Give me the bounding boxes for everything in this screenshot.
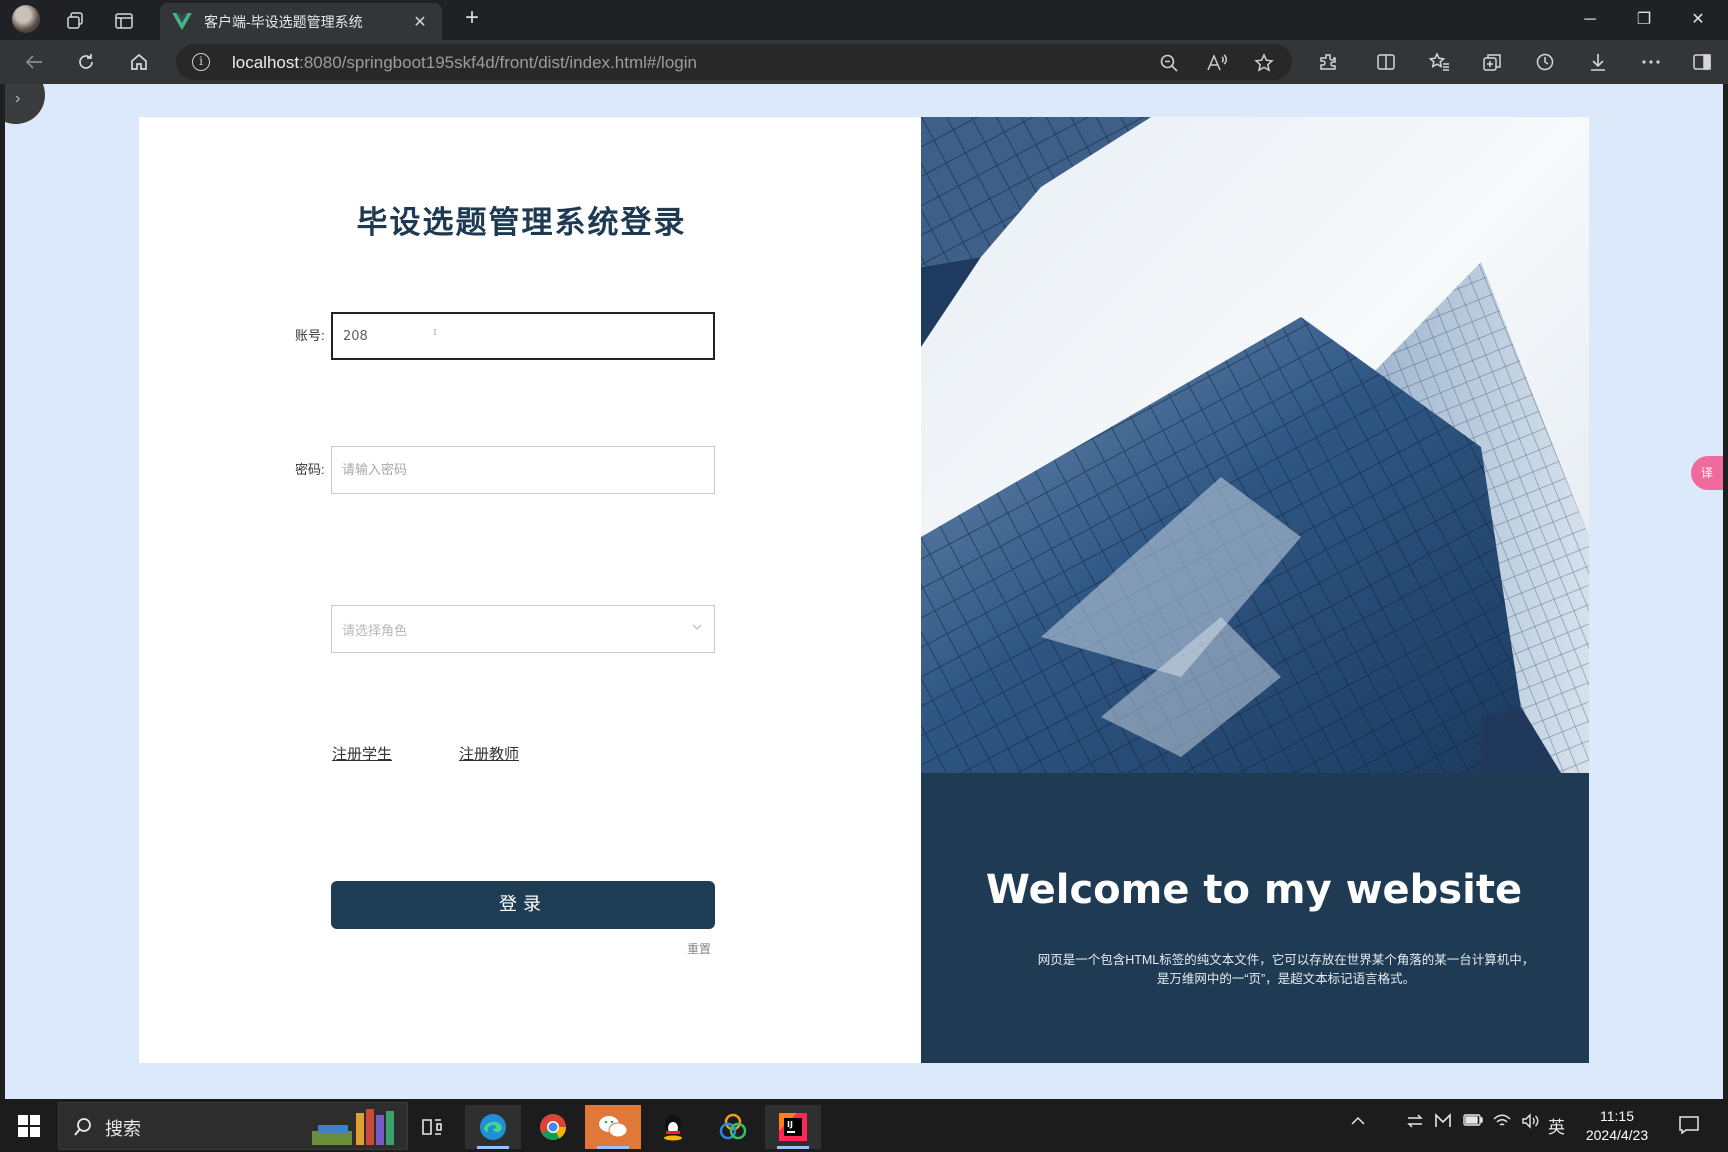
tab-actions-icon[interactable] (111, 8, 137, 34)
hero-description-line-2: 是万维网中的一“页”，是超文本标记语言格式。 (1156, 972, 1416, 986)
hero-description: 网页是一个包含HTML标签的纯文本文件，它可以存放在世界某个角落的某一台计算机中… (1021, 951, 1551, 989)
page-title: 毕设选题管理系统登录 (356, 205, 687, 240)
favorite-star-icon[interactable] (1253, 52, 1275, 74)
collections-icon[interactable] (1480, 50, 1504, 74)
show-hidden-icons-icon[interactable] (1350, 1113, 1366, 1131)
chevron-down-icon (692, 624, 702, 630)
site-info-icon[interactable]: i (192, 53, 210, 71)
sidebar-expand-button[interactable]: › (5, 84, 45, 124)
browser-tab-bar: 客户端-毕设选题管理系统 ✕ + ─ ❐ ✕ (0, 0, 1728, 40)
translate-fab-button[interactable]: 译 (1691, 456, 1723, 490)
password-label: 密码: (295, 462, 325, 477)
task-view-icon[interactable] (404, 1105, 460, 1149)
login-button[interactable]: 登录 (331, 881, 715, 929)
new-tab-button[interactable]: + (458, 5, 486, 33)
clock-time: 11:15 (1600, 1108, 1634, 1124)
extensions-icon[interactable] (1316, 50, 1340, 74)
minimize-button[interactable]: ─ (1568, 6, 1612, 34)
downloads-icon[interactable] (1586, 50, 1610, 74)
qq-taskbar-icon[interactable] (645, 1105, 701, 1149)
url-text[interactable]: localhost:8080/springboot195skf4d/front/… (232, 53, 697, 73)
mail-tray-icon[interactable] (1434, 1113, 1452, 1134)
svg-text:IJ: IJ (787, 1120, 793, 1129)
edge-taskbar-icon[interactable] (465, 1105, 521, 1149)
notification-center-icon[interactable] (1678, 1115, 1700, 1135)
hero-description-line-1: 网页是一个包含HTML标签的纯文本文件，它可以存放在世界某个角落的某一台计算机中… (1037, 953, 1535, 967)
close-window-button[interactable]: ✕ (1676, 6, 1720, 34)
vue-logo-icon (172, 12, 192, 30)
chrome-taskbar-icon[interactable] (525, 1105, 581, 1149)
role-select-placeholder: 请选择角色 (342, 623, 408, 638)
address-bar-row: i localhost:8080/springboot195skf4d/fron… (0, 40, 1728, 84)
hero-panel: Welcome to my website 网页是一个包含HTML标签的纯文本文… (921, 117, 1589, 1063)
zoom-icon[interactable] (1158, 52, 1180, 74)
history-icon[interactable] (1533, 50, 1557, 74)
account-label: 账号: (295, 328, 325, 343)
login-form-panel: 毕设选题管理系统登录 账号: 密码: 请选择角色 注册学生 注册教师 登录 重置 (139, 117, 921, 1063)
app-rings-taskbar-icon[interactable] (705, 1105, 761, 1149)
clock-date: 2024/4/23 (1585, 1127, 1649, 1143)
welcome-heading: Welcome to my website (985, 867, 1523, 913)
favorites-list-icon[interactable] (1427, 50, 1451, 74)
home-button[interactable] (125, 49, 153, 75)
ime-indicator[interactable]: 英 (1548, 1113, 1565, 1138)
reload-button[interactable] (72, 49, 100, 75)
books-widget-icon[interactable] (312, 1107, 404, 1147)
network-switch-icon[interactable] (1406, 1113, 1424, 1134)
restore-button[interactable]: ❐ (1622, 6, 1666, 34)
system-clock[interactable]: 11:15 2024/4/23 (1572, 1107, 1662, 1145)
volume-icon[interactable] (1521, 1113, 1541, 1134)
text-cursor-icon (434, 329, 436, 335)
skyscraper-photo (921, 117, 1589, 773)
windows-start-icon[interactable] (18, 1115, 40, 1137)
read-aloud-icon[interactable] (1206, 52, 1228, 74)
register-teacher-link[interactable]: 注册教师 (459, 743, 519, 764)
battery-icon[interactable] (1463, 1113, 1483, 1131)
account-input[interactable] (331, 312, 715, 360)
workspaces-icon[interactable] (62, 8, 88, 34)
wifi-icon[interactable] (1493, 1113, 1511, 1134)
register-student-link[interactable]: 注册学生 (332, 743, 392, 764)
back-button[interactable] (20, 49, 48, 75)
tab-title: 客户端-毕设选题管理系统 (204, 13, 363, 30)
login-card: 毕设选题管理系统登录 账号: 密码: 请选择角色 注册学生 注册教师 登录 重置 (139, 117, 1589, 1063)
intellij-taskbar-icon[interactable]: IJ (765, 1105, 821, 1149)
chevron-right-icon: › (15, 90, 21, 107)
role-select[interactable]: 请选择角色 (331, 605, 715, 653)
wechat-taskbar-icon[interactable] (585, 1105, 641, 1149)
address-bar[interactable]: i localhost:8080/springboot195skf4d/fron… (176, 44, 1292, 80)
page-viewport: › 毕设选题管理系统登录 账号: 密码: 请选择角色 注册学生 注册教师 登录 … (5, 84, 1723, 1099)
search-placeholder: 搜索 (105, 1119, 141, 1139)
active-tab[interactable]: 客户端-毕设选题管理系统 ✕ (160, 3, 442, 40)
windows-taskbar: 搜索 IJ 英 11:15 2024/4/23 (0, 1099, 1728, 1152)
password-input[interactable] (331, 446, 715, 494)
more-menu-icon[interactable] (1639, 50, 1663, 74)
search-icon (74, 1118, 91, 1136)
split-screen-icon[interactable] (1374, 50, 1398, 74)
reset-button[interactable]: 重置 (687, 940, 711, 957)
sidebar-toggle-icon[interactable] (1690, 50, 1714, 74)
close-tab-icon[interactable]: ✕ (410, 12, 430, 32)
profile-avatar[interactable] (12, 5, 40, 33)
